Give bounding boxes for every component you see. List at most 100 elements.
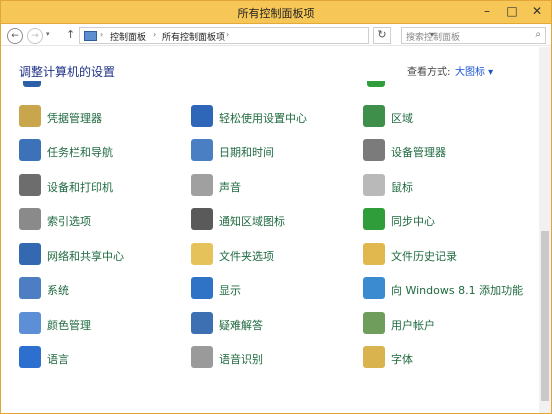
control-panel-item[interactable]: 声音 — [191, 174, 356, 202]
control-panel-item[interactable]: 日期和时间 — [191, 139, 356, 167]
control-panel-item[interactable]: 颜色管理 — [19, 312, 184, 340]
control-panel-item[interactable]: 显示 — [191, 277, 356, 305]
control-panel-item[interactable]: 文件夹选项 — [191, 243, 356, 271]
control-panel-item[interactable]: 疑难解答 — [191, 312, 356, 340]
control-panel-window: 所有控制面板项 – □ ✕ ← → ▾ ↑ › 控制面板 › 所有控制面板项 ›… — [0, 0, 552, 414]
mouse-icon — [363, 174, 385, 196]
view-by-label: 查看方式: — [407, 67, 451, 78]
control-panel-item[interactable]: 用户帐户 — [363, 312, 533, 340]
title-bar: 所有控制面板项 – □ ✕ — [1, 1, 551, 24]
display-icon — [191, 277, 213, 299]
control-panel-item[interactable]: 凭据管理器 — [19, 105, 184, 133]
control-panel-item[interactable]: 设备管理器 — [363, 139, 533, 167]
taskbar-icon — [19, 139, 41, 161]
clipped-item-icon — [23, 81, 41, 87]
control-panel-item[interactable]: 区域 — [363, 105, 533, 133]
credential-icon — [19, 105, 41, 127]
minimize-button[interactable]: – — [475, 4, 499, 20]
system-icon — [19, 277, 41, 299]
item-label: 颜色管理 — [47, 319, 91, 332]
region-icon — [363, 105, 385, 127]
item-label: 显示 — [219, 284, 241, 297]
breadcrumb-control-panel[interactable]: 控制面板 — [110, 30, 146, 43]
add-features-icon — [363, 277, 385, 299]
search-icon: ⌕ — [535, 29, 541, 40]
font-icon — [363, 346, 385, 368]
control-panel-item[interactable]: 网络和共享中心 — [19, 243, 184, 271]
item-label: 任务栏和导航 — [47, 146, 113, 159]
control-panel-item[interactable]: 设备和打印机 — [19, 174, 184, 202]
vertical-scrollbar[interactable] — [539, 47, 551, 413]
control-panel-item[interactable]: 字体 — [363, 346, 533, 374]
up-button[interactable]: ↑ — [66, 28, 75, 41]
control-panel-item[interactable]: 语言 — [19, 346, 184, 374]
sync-icon — [363, 208, 385, 230]
item-label: 区域 — [391, 112, 413, 125]
scrollbar-thumb[interactable] — [541, 231, 549, 401]
breadcrumb-separator-icon: › — [100, 30, 104, 39]
item-label: 索引选项 — [47, 215, 91, 228]
control-panel-item[interactable]: 轻松使用设置中心 — [191, 105, 356, 133]
clipped-item-icon — [367, 81, 385, 87]
address-bar-row: ← → ▾ ↑ › 控制面板 › 所有控制面板项 › ▾ ↻ 搜索控制面板 ⌕ — [1, 24, 551, 46]
breadcrumb-separator-icon: › — [153, 30, 157, 39]
control-panel-item[interactable]: 通知区域图标 — [191, 208, 356, 236]
troubleshoot-icon — [191, 312, 213, 334]
content-area: 调整计算机的设置 查看方式: 大图标 ▾ 凭据管理器 轻松使用设置中心 区域 任务栏和… — [1, 47, 551, 413]
recent-pages-dropdown-icon[interactable]: ▾ — [46, 30, 50, 38]
control-panel-item[interactable]: 向 Windows 8.1 添加功能 — [363, 277, 533, 305]
item-label: 用户帐户 — [391, 319, 435, 332]
view-by-dropdown[interactable]: 大图标 ▾ — [455, 63, 493, 78]
folder-options-icon — [191, 243, 213, 265]
indexing-icon — [19, 208, 41, 230]
search-placeholder: 搜索控制面板 — [406, 33, 461, 43]
control-panel-item[interactable]: 任务栏和导航 — [19, 139, 184, 167]
item-label: 向 Windows 8.1 添加功能 — [391, 284, 524, 297]
item-label: 字体 — [391, 353, 413, 366]
item-label: 网络和共享中心 — [47, 250, 124, 263]
file-history-icon — [363, 243, 385, 265]
item-label: 设备管理器 — [391, 146, 446, 159]
language-icon — [19, 346, 41, 368]
control-panel-item[interactable]: 索引选项 — [19, 208, 184, 236]
maximize-button[interactable]: □ — [500, 4, 524, 20]
item-label: 凭据管理器 — [47, 112, 102, 125]
color-management-icon — [19, 312, 41, 334]
refresh-button[interactable]: ↻ — [373, 27, 391, 44]
item-label: 设备和打印机 — [47, 181, 113, 194]
forward-button[interactable]: → — [27, 28, 43, 44]
item-label: 文件夹选项 — [219, 250, 274, 263]
window-title: 所有控制面板项 — [237, 7, 315, 20]
search-input[interactable]: 搜索控制面板 ⌕ — [401, 27, 546, 44]
address-field[interactable]: › 控制面板 › 所有控制面板项 › ▾ — [79, 27, 434, 44]
item-label: 文件历史记录 — [391, 250, 457, 263]
breadcrumb-all-items[interactable]: 所有控制面板项 — [162, 30, 225, 43]
breadcrumb-separator-icon: › — [226, 30, 230, 39]
close-button[interactable]: ✕ — [525, 4, 549, 20]
item-label: 疑难解答 — [219, 319, 263, 332]
item-label: 日期和时间 — [219, 146, 274, 159]
control-panel-icon — [84, 31, 97, 41]
item-label: 同步中心 — [391, 215, 435, 228]
network-icon — [19, 243, 41, 265]
item-label: 语音识别 — [219, 353, 263, 366]
item-label: 通知区域图标 — [219, 215, 285, 228]
printer-icon — [19, 174, 41, 196]
item-label: 鼠标 — [391, 181, 413, 194]
user-accounts-icon — [363, 312, 385, 334]
ease-of-access-icon — [191, 105, 213, 127]
control-panel-item[interactable]: 鼠标 — [363, 174, 533, 202]
control-panel-item[interactable]: 系统 — [19, 277, 184, 305]
item-label: 语言 — [47, 353, 69, 366]
item-label: 声音 — [219, 181, 241, 194]
device-manager-icon — [363, 139, 385, 161]
control-panel-item[interactable]: 同步中心 — [363, 208, 533, 236]
microphone-icon — [191, 346, 213, 368]
back-button[interactable]: ← — [7, 28, 23, 44]
notification-icon — [191, 208, 213, 230]
control-panel-item[interactable]: 文件历史记录 — [363, 243, 533, 271]
speaker-icon — [191, 174, 213, 196]
control-panel-item[interactable]: 语音识别 — [191, 346, 356, 374]
item-label: 系统 — [47, 284, 69, 297]
item-label: 轻松使用设置中心 — [219, 112, 307, 125]
